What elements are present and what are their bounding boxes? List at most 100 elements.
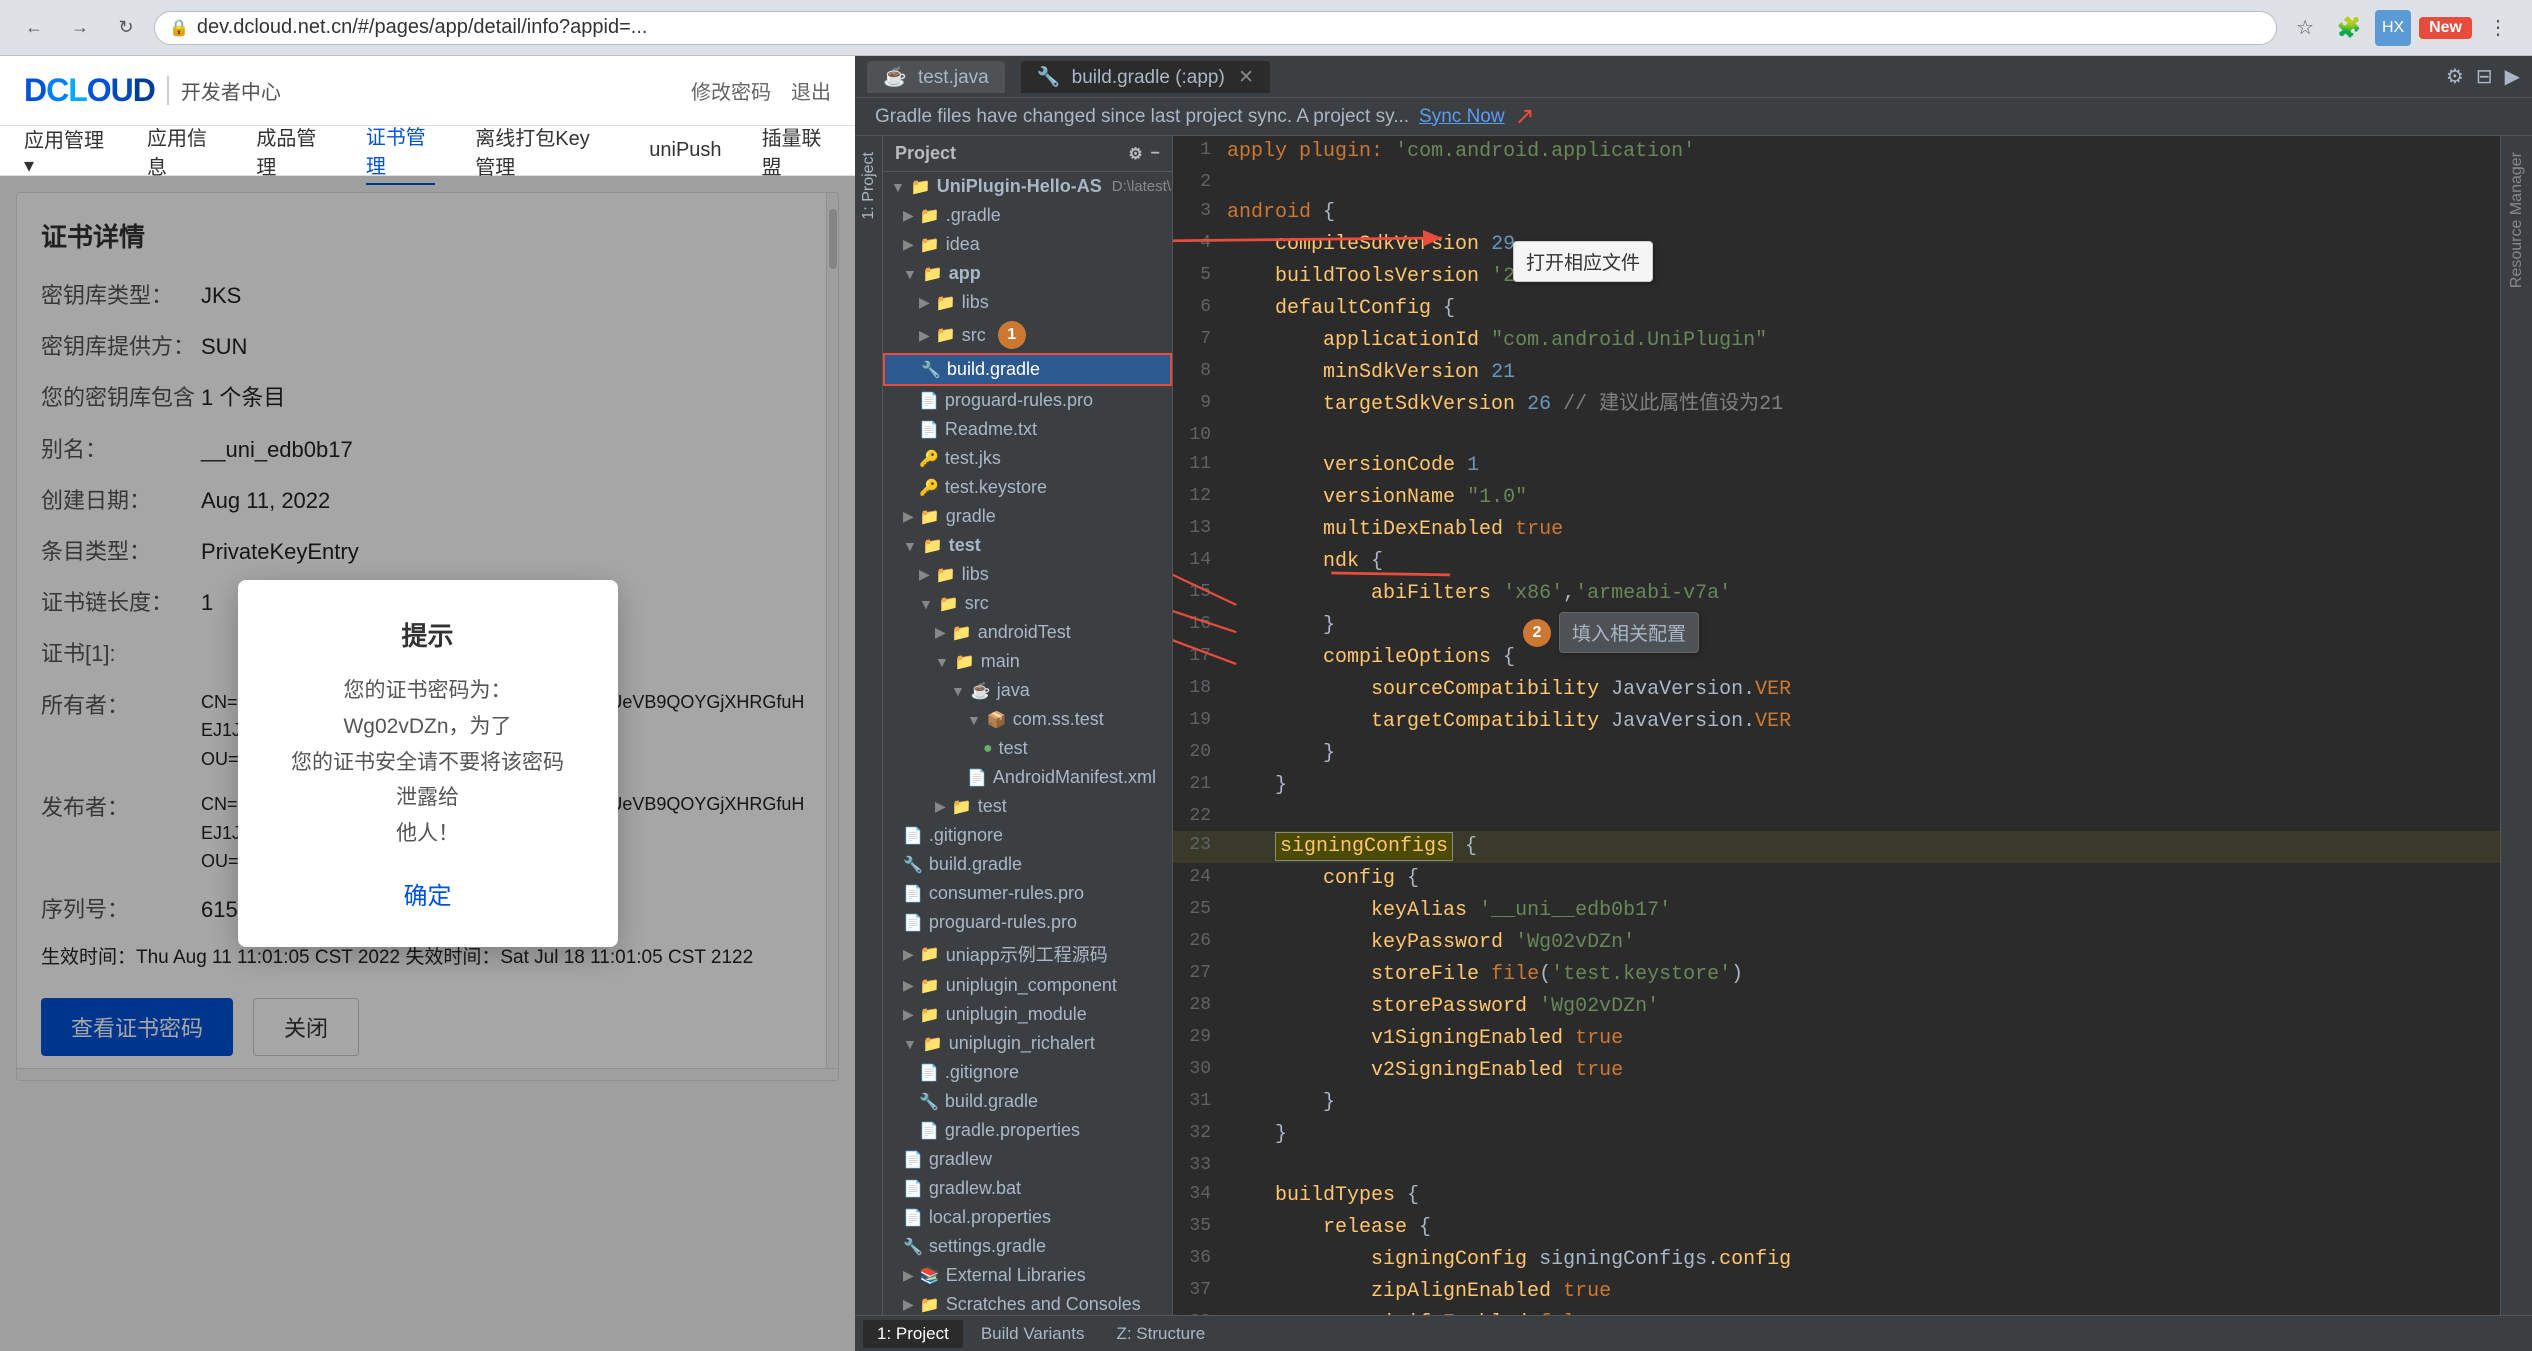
code-line-4: 4 compileSdkVersion 29: [1173, 229, 2500, 261]
tree-gradle-folder[interactable]: ▶ 📁 gradle: [883, 502, 1172, 531]
tree-scratches-consoles[interactable]: ▶ 📁 Scratches and Consoles: [883, 1290, 1172, 1315]
line-content-19: targetCompatibility JavaVersion.VER: [1227, 707, 2500, 737]
uniapp-expand-icon: ▶: [903, 946, 914, 963]
tree-test-class[interactable]: ● test: [883, 734, 1172, 763]
tree-android-manifest[interactable]: 📄 AndroidManifest.xml: [883, 763, 1172, 792]
tree-settings-gradle[interactable]: 🔧 settings.gradle: [883, 1232, 1172, 1261]
manifest-icon: 📄: [967, 768, 987, 788]
code-line-24: 24 config {: [1173, 863, 2500, 895]
tree-uniplugin-module[interactable]: ▶ 📁 uniplugin_module: [883, 1000, 1172, 1029]
line-num-33: 33: [1173, 1152, 1227, 1179]
tree-uniplugin-component[interactable]: ▶ 📁 uniplugin_component: [883, 971, 1172, 1000]
tree-main[interactable]: ▼ 📁 main: [883, 647, 1172, 676]
tree-gradle-properties[interactable]: 📄 gradle.properties: [883, 1116, 1172, 1145]
tree-test-libs[interactable]: ▶ 📁 libs: [883, 560, 1172, 589]
tree-gitignore-label: .gitignore: [929, 825, 1003, 846]
line-content-26: keyPassword 'Wg02vDZn': [1227, 928, 2500, 958]
tree-test-dir[interactable]: ▶ 📁 test: [883, 792, 1172, 821]
tree-richalert-build-gradle[interactable]: 🔧 build.gradle: [883, 1087, 1172, 1116]
bottom-tab-build-variants[interactable]: Build Variants: [967, 1320, 1099, 1348]
tree-test-libs-label: libs: [962, 564, 989, 585]
tree-test-src[interactable]: ▼ 📁 src: [883, 589, 1172, 618]
tree-build-gradle-root[interactable]: 🔧 build.gradle: [883, 850, 1172, 879]
tree-consumer-rules[interactable]: 📄 consumer-rules.pro: [883, 879, 1172, 908]
nav-cert-management[interactable]: 证书管理: [366, 117, 435, 185]
test-dir-folder-icon: 📁: [952, 797, 972, 817]
tree-java[interactable]: ▼ ☕ java: [883, 676, 1172, 705]
line-num-23: 23: [1173, 832, 1227, 859]
tree-external-libraries[interactable]: ▶ 📚 External Libraries: [883, 1261, 1172, 1290]
nav-app-management[interactable]: 应用管理 ▾: [24, 120, 107, 182]
line-num-13: 13: [1173, 515, 1227, 542]
code-line-31: 31 }: [1173, 1087, 2500, 1119]
left-panel: DCLOUD 开发者中心 修改密码 退出 应用管理 ▾ 应用信息 成品管理 证书…: [0, 56, 855, 1351]
tree-test-jks[interactable]: 🔑 test.jks: [883, 444, 1172, 473]
tree-local-properties[interactable]: 📄 local.properties: [883, 1203, 1172, 1232]
tree-readme[interactable]: 📄 Readme.txt: [883, 415, 1172, 444]
run-button[interactable]: ▶: [2505, 64, 2520, 89]
dcloud-header: DCLOUD 开发者中心 修改密码 退出: [0, 56, 855, 126]
split-button[interactable]: ⊟: [2476, 64, 2493, 89]
tree-gradle[interactable]: ▶ 📁 .gradle: [883, 201, 1172, 230]
tree-root[interactable]: ▼ 📁 UniPlugin-Hello-AS D:\latest\3.5.3\A…: [883, 172, 1172, 201]
tree-uniapp[interactable]: ▶ 📁 uniapp示例工程源码: [883, 937, 1172, 971]
tree-proguard[interactable]: 📄 proguard-rules.pro: [883, 386, 1172, 415]
bottom-tab-project[interactable]: 1: Project: [863, 1320, 963, 1348]
code-line-15: 15 abiFilters 'x86','armeabi-v7a': [1173, 578, 2500, 610]
tree-test-folder[interactable]: ▼ 📁 test: [883, 531, 1172, 560]
tree-android-test[interactable]: ▶ 📁 androidTest: [883, 618, 1172, 647]
modal-confirm-button[interactable]: 确定: [404, 876, 452, 911]
tree-build-gradle-app[interactable]: 🔧 build.gradle: [883, 353, 1172, 386]
project-strip-tab[interactable]: 1: Project: [858, 144, 880, 228]
tree-gitignore[interactable]: 📄 .gitignore: [883, 821, 1172, 850]
tree-android-manifest-label: AndroidManifest.xml: [993, 767, 1156, 788]
tree-com-ss-test[interactable]: ▼ 📦 com.ss.test: [883, 705, 1172, 734]
tree-src[interactable]: ▶ 📁 src 1: [883, 317, 1172, 353]
line-content-1: apply plugin: 'com.android.application': [1227, 137, 2500, 167]
tree-libs[interactable]: ▶ 📁 libs: [883, 288, 1172, 317]
tree-uniplugin-richalert[interactable]: ▼ 📁 uniplugin_richalert: [883, 1029, 1172, 1058]
sidebar-collapse-icon[interactable]: −: [1151, 145, 1160, 163]
idea-folder-icon: 📁: [920, 235, 940, 255]
new-badge: New: [2419, 17, 2472, 39]
open-file-tooltip: 打开相应文件: [1513, 241, 1653, 282]
refresh-button[interactable]: ↻: [108, 10, 144, 46]
logout-link[interactable]: 退出: [791, 76, 831, 105]
close-tab-icon[interactable]: ✕: [1238, 67, 1254, 88]
nav-product-management[interactable]: 成品管理: [256, 118, 325, 184]
bookmark-icon[interactable]: ☆: [2287, 10, 2323, 46]
gitignore-icon: 📄: [903, 826, 923, 846]
tree-proguard-root[interactable]: 📄 proguard-rules.pro: [883, 908, 1172, 937]
modify-password-link[interactable]: 修改密码: [691, 76, 771, 105]
back-button[interactable]: ←: [16, 10, 52, 46]
tab-test-java[interactable]: ☕ test.java: [867, 61, 1005, 93]
tree-richalert-gitignore[interactable]: 📄 .gitignore: [883, 1058, 1172, 1087]
menu-icon[interactable]: ⋮: [2480, 10, 2516, 46]
sidebar-settings-icon[interactable]: ⚙: [1128, 144, 1142, 164]
tree-gradlew-bat[interactable]: 📄 gradlew.bat: [883, 1174, 1172, 1203]
tree-android-test-label: androidTest: [978, 622, 1071, 643]
tree-gradlew[interactable]: 📄 gradlew: [883, 1145, 1172, 1174]
nav-traffic-alliance[interactable]: 插量联盟: [762, 118, 831, 184]
tree-gradlew-bat-label: gradlew.bat: [929, 1178, 1021, 1199]
hx-icon[interactable]: HX: [2375, 10, 2411, 46]
settings-button[interactable]: ⚙: [2446, 64, 2464, 89]
tree-app[interactable]: ▼ 📁 app: [883, 259, 1172, 288]
sync-message: Gradle files have changed since last pro…: [875, 106, 1409, 128]
code-line-19: 19 targetCompatibility JavaVersion.VER: [1173, 706, 2500, 738]
tab-build-gradle[interactable]: 🔧 build.gradle (:app) ✕: [1021, 61, 1270, 93]
line-content-17: compileOptions {: [1227, 643, 2500, 673]
code-line-25: 25 keyAlias '__uni__edb0b17': [1173, 895, 2500, 927]
extension-icon[interactable]: 🧩: [2331, 10, 2367, 46]
nav-unipush[interactable]: uniPush: [649, 135, 721, 166]
nav-offline-key[interactable]: 离线打包Key管理: [475, 118, 609, 184]
forward-button[interactable]: →: [62, 10, 98, 46]
tree-idea[interactable]: ▶ 📁 idea: [883, 230, 1172, 259]
resource-manager-tab[interactable]: Resource Manager: [2504, 144, 2530, 296]
tree-test-keystore[interactable]: 🔑 test.keystore: [883, 473, 1172, 502]
code-line-35: 35 release {: [1173, 1212, 2500, 1244]
sync-now-button[interactable]: Sync Now: [1419, 106, 1505, 128]
address-bar[interactable]: 🔒 dev.dcloud.net.cn/#/pages/app/detail/i…: [154, 11, 2277, 45]
nav-app-info[interactable]: 应用信息: [147, 118, 216, 184]
bottom-tab-structure[interactable]: Z: Structure: [1102, 1320, 1219, 1348]
